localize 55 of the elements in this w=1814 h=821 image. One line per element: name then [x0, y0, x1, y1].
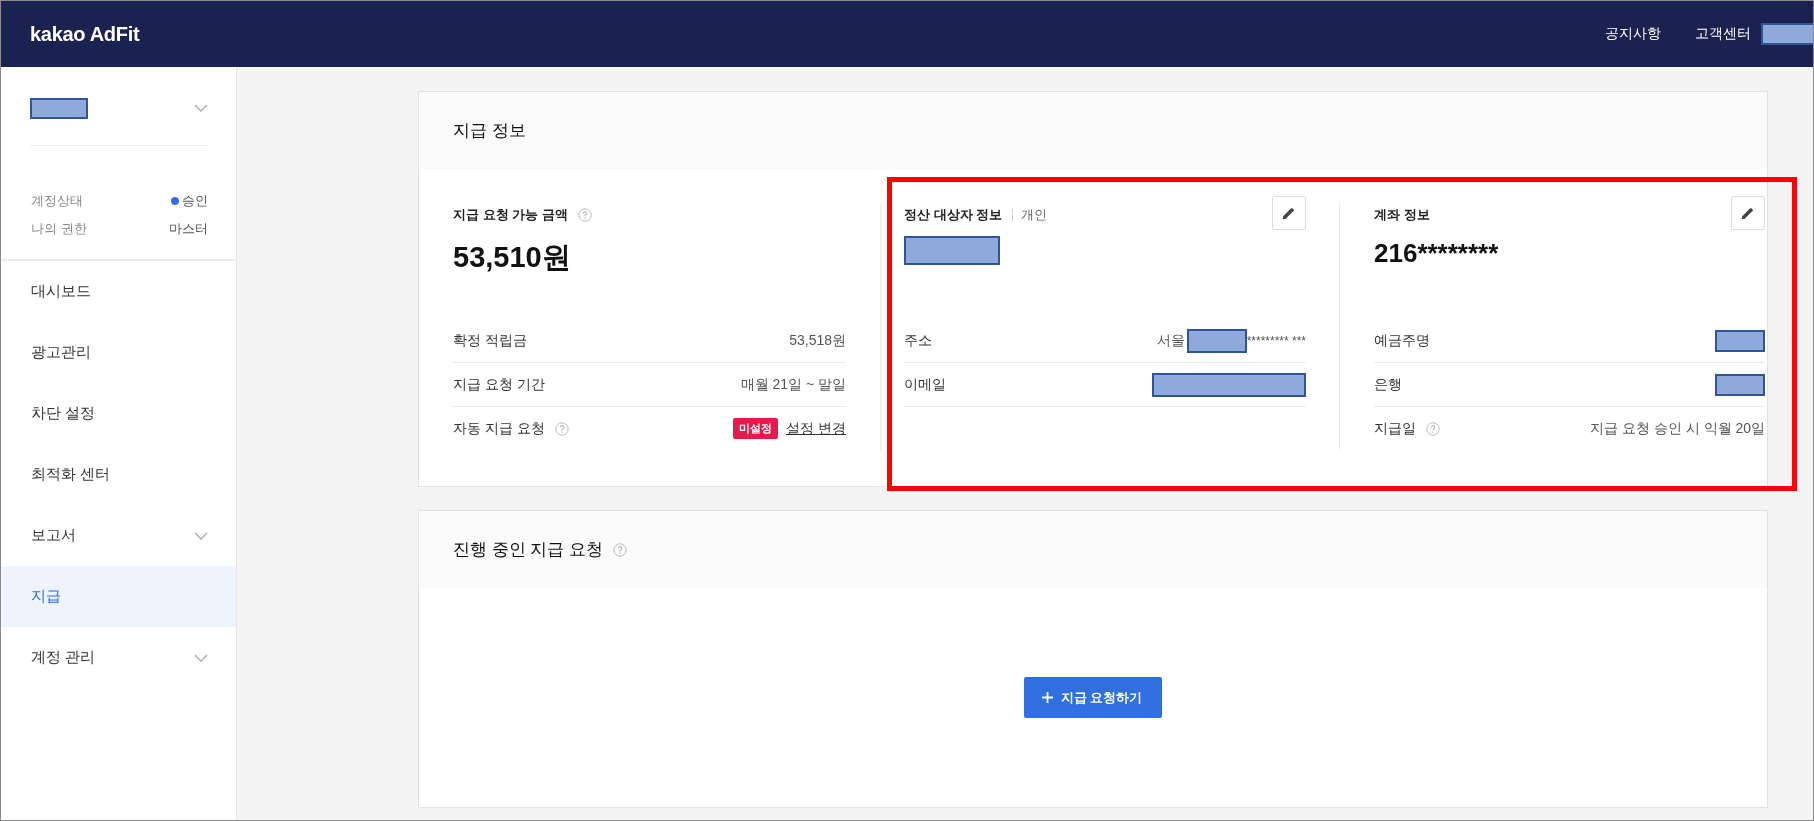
field-label: 지급일	[1374, 419, 1416, 438]
field-label: 확정 적립금	[453, 331, 527, 350]
redaction-block	[1715, 373, 1765, 396]
edit-button[interactable]	[1731, 196, 1765, 230]
plus-icon	[1041, 692, 1053, 703]
field-value: 지급 요청 승인 시 익월 20일	[1589, 419, 1765, 438]
redaction-block	[1761, 23, 1813, 45]
chevron-down-icon[interactable]	[194, 531, 208, 540]
section-title: 정산 대상자 정보	[904, 206, 1003, 224]
sidebar-item[interactable]: 대시보드	[1, 261, 236, 322]
logo[interactable]: kakao AdFit	[30, 22, 140, 46]
sidebar-item[interactable]: 광고관리	[1, 322, 236, 383]
status-label: 나의 권한	[31, 220, 87, 238]
status-badge: 미설정	[733, 418, 779, 439]
redaction-block	[1715, 329, 1765, 352]
sidebar-item[interactable]: 최적화 센터	[1, 444, 236, 505]
help-icon[interactable]	[1426, 421, 1440, 436]
card-title: 진행 중인 지급 요청	[453, 539, 604, 561]
change-settings-link[interactable]: 설정 변경	[786, 419, 846, 438]
field-label: 지급 요청 기간	[453, 375, 545, 394]
section-title: 지급 요청 가능 금액	[453, 206, 568, 224]
header-link[interactable]: 고객센터	[1695, 25, 1751, 43]
sidebar-item[interactable]: 계정 관리	[1, 627, 236, 688]
sidebar-item[interactable]: 보고서	[1, 505, 236, 566]
field-label: 자동 지급 요청	[453, 419, 545, 438]
pencil-icon	[1741, 206, 1755, 220]
section-title: 계좌 정보	[1374, 206, 1430, 224]
status-value: 승인	[182, 192, 208, 210]
field-value: ********* ***	[1246, 333, 1306, 348]
edit-button[interactable]	[1272, 196, 1306, 230]
field-label: 이메일	[904, 375, 946, 394]
amount-value: 53,510원	[453, 240, 572, 275]
payee-type: 개인	[1012, 209, 1048, 221]
field-value: 서울	[1156, 331, 1185, 350]
redaction-block	[1186, 328, 1247, 353]
pencil-icon	[1282, 206, 1296, 220]
field-value: 53,518원	[789, 331, 846, 350]
field-value: 매월 21일 ~ 말일	[740, 375, 846, 394]
chevron-down-icon[interactable]	[194, 104, 208, 112]
help-icon[interactable]	[613, 542, 628, 557]
account-number: 216********	[1374, 238, 1500, 269]
help-icon[interactable]	[577, 208, 592, 222]
redaction-block	[30, 97, 88, 119]
card-title: 지급 정보	[453, 120, 526, 142]
help-icon[interactable]	[554, 421, 569, 436]
status-label: 계정상태	[31, 192, 83, 210]
header-link[interactable]: 공지사항	[1605, 25, 1661, 43]
request-payment-button[interactable]: 지급 요청하기	[1023, 677, 1163, 718]
sidebar-item[interactable]: 차단 설정	[1, 383, 236, 444]
status-value: 마스터	[169, 220, 208, 238]
field-label: 은행	[1374, 375, 1402, 394]
chevron-down-icon[interactable]	[194, 653, 208, 662]
field-label: 예금주명	[1374, 331, 1430, 350]
sidebar-item[interactable]: 지급	[1, 566, 236, 627]
field-label: 주소	[904, 331, 932, 350]
